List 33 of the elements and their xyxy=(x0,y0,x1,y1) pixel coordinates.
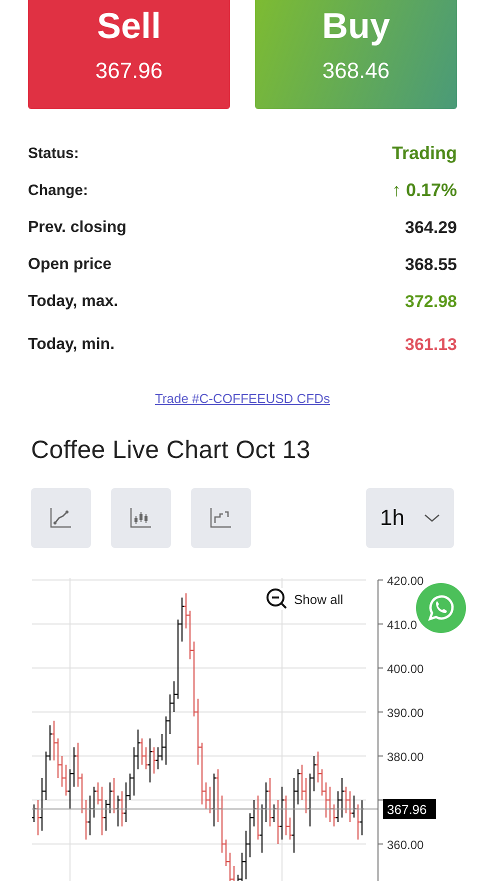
stat-label: Status: xyxy=(28,145,79,162)
steps-chart-button[interactable] xyxy=(191,488,251,548)
stat-label: Prev. closing xyxy=(28,218,126,236)
line-chart-button[interactable] xyxy=(31,488,91,548)
axis-label: 390.00 xyxy=(387,706,424,720)
axis-label: 380.00 xyxy=(387,750,424,764)
sell-button[interactable]: Sell 367.96 xyxy=(28,0,230,109)
stat-value: 361.13 xyxy=(405,335,457,355)
axis-label: 420.00 xyxy=(387,574,424,588)
stat-value: ↑ 0.17% xyxy=(392,180,457,201)
axis-label: 410.0 xyxy=(387,618,418,632)
stat-value: Trading xyxy=(392,143,457,164)
trade-link[interactable]: Trade #C-COFFEEUSD CFDs xyxy=(154,391,330,406)
stat-value: 372.98 xyxy=(405,292,457,312)
stat-value: 364.29 xyxy=(405,218,457,238)
buy-button[interactable]: Buy 368.46 xyxy=(255,0,457,109)
interval-dropdown[interactable]: 1h xyxy=(366,488,454,548)
candles-chart-button[interactable] xyxy=(111,488,171,548)
step-chart-icon xyxy=(209,506,233,530)
zoom-out-icon xyxy=(266,588,288,610)
stat-label: Today, min. xyxy=(28,336,115,354)
stat-label: Today, max. xyxy=(28,292,118,310)
stat-label: Open price xyxy=(28,256,112,274)
axis-label: 400.00 xyxy=(387,662,424,676)
stat-label: Change: xyxy=(28,182,88,199)
line-chart-icon xyxy=(49,506,73,530)
chevron-down-icon xyxy=(424,513,440,523)
show-all-button[interactable]: Show all xyxy=(266,588,344,610)
price-tag: 367.96 xyxy=(383,798,436,819)
axis-label: 360.00 xyxy=(387,838,424,852)
stat-value: 368.55 xyxy=(405,254,457,274)
chart-title: Coffee Live Chart Oct 13 xyxy=(31,436,312,465)
candlestick-icon xyxy=(129,506,153,530)
